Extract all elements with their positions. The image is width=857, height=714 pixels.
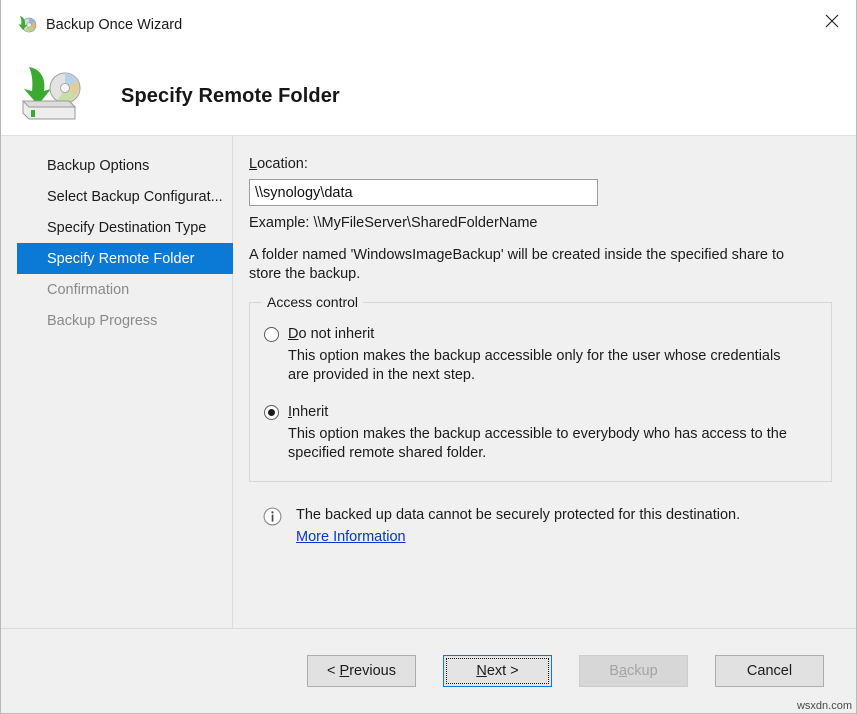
sidebar-item-backup-options[interactable]: Backup Options [17,150,233,181]
wizard-footer: < Previous Next > Backup Cancel [1,628,856,713]
access-control-group: Access control Do not inherit This optio… [249,302,832,482]
backup-once-wizard-window: Backup Once Wizard [0,0,857,714]
page-title: Specify Remote Folder [121,85,340,108]
sidebar-item-backup-progress: Backup Progress [17,305,233,336]
more-information-link[interactable]: More Information [296,529,406,545]
close-icon[interactable] [808,0,856,42]
previous-button-post: revious [349,663,396,679]
radio-do-not-inherit[interactable]: Do not inherit [250,325,831,343]
radio-inherit-mark[interactable] [264,405,279,420]
sidebar-item-select-backup-configuration[interactable]: Select Backup Configurat... [17,181,233,212]
radio-inherit-text: nherit [292,404,328,420]
sidebar-item-label: Specify Remote Folder [47,251,194,267]
title-bar: Backup Once Wizard [1,0,856,57]
previous-button[interactable]: < Previous [307,655,416,687]
content-panel: Location: Example: \\MyFileServer\Shared… [233,136,856,628]
radio-do-not-inherit-text: o not inherit [298,326,374,342]
backup-to-disc-icon [17,65,91,127]
cancel-button-pre: Cancel [747,663,792,679]
sidebar-item-specify-remote-folder[interactable]: Specify Remote Folder [17,243,233,274]
sidebar-item-label: Backup Options [47,158,149,174]
radio-do-not-inherit-accel: D [288,326,298,342]
radio-inherit-description: This option makes the backup accessible … [288,425,831,463]
body: Backup Options Select Backup Configurat.… [1,136,856,628]
watermark: wsxdn.com [797,700,852,712]
location-label-accel: L [249,156,257,172]
wizard-step-sidebar: Backup Options Select Backup Configurat.… [1,136,233,628]
sidebar-item-label: Specify Destination Type [47,220,206,236]
next-button-post: ext > [487,663,519,679]
access-control-title: Access control [262,294,363,310]
window-title: Backup Once Wizard [46,14,182,36]
backup-button: Backup [579,655,688,687]
title-bar-left: Backup Once Wizard [1,0,182,36]
radio-do-not-inherit-mark[interactable] [264,327,279,342]
location-input[interactable] [249,179,598,206]
radio-do-not-inherit-description: This option makes the backup accessible … [288,347,831,385]
backup-button-pre: B [609,663,619,679]
page-header: Specify Remote Folder [1,57,856,136]
backup-button-accel: a [619,663,627,679]
sidebar-item-label: Select Backup Configurat... [47,189,223,205]
location-example-text: Example: \\MyFileServer\SharedFolderName [249,215,832,231]
backup-disc-icon [15,14,37,36]
previous-button-pre: < [327,663,340,679]
windowsimagebackup-note: A folder named 'WindowsImageBackup' will… [249,246,817,284]
next-button[interactable]: Next > [443,655,552,687]
security-info-text: The backed up data cannot be securely pr… [296,506,740,524]
sidebar-item-specify-destination-type[interactable]: Specify Destination Type [17,212,233,243]
backup-button-post: ckup [627,663,658,679]
location-label-rest: ocation: [257,156,308,172]
cancel-button[interactable]: Cancel [715,655,824,687]
sidebar-item-confirmation: Confirmation [17,274,233,305]
info-circle-icon [263,507,282,526]
security-info-block: The backed up data cannot be securely pr… [249,506,832,546]
sidebar-item-label: Confirmation [47,282,129,298]
radio-inherit[interactable]: Inherit [250,403,831,421]
location-label: Location: [249,156,832,172]
sidebar-item-label: Backup Progress [47,313,157,329]
security-info-texts: The backed up data cannot be securely pr… [296,506,740,546]
radio-inherit-label: Inherit [288,403,328,421]
previous-button-accel: P [340,663,350,679]
next-button-accel: N [476,663,486,679]
radio-do-not-inherit-label: Do not inherit [288,325,374,343]
